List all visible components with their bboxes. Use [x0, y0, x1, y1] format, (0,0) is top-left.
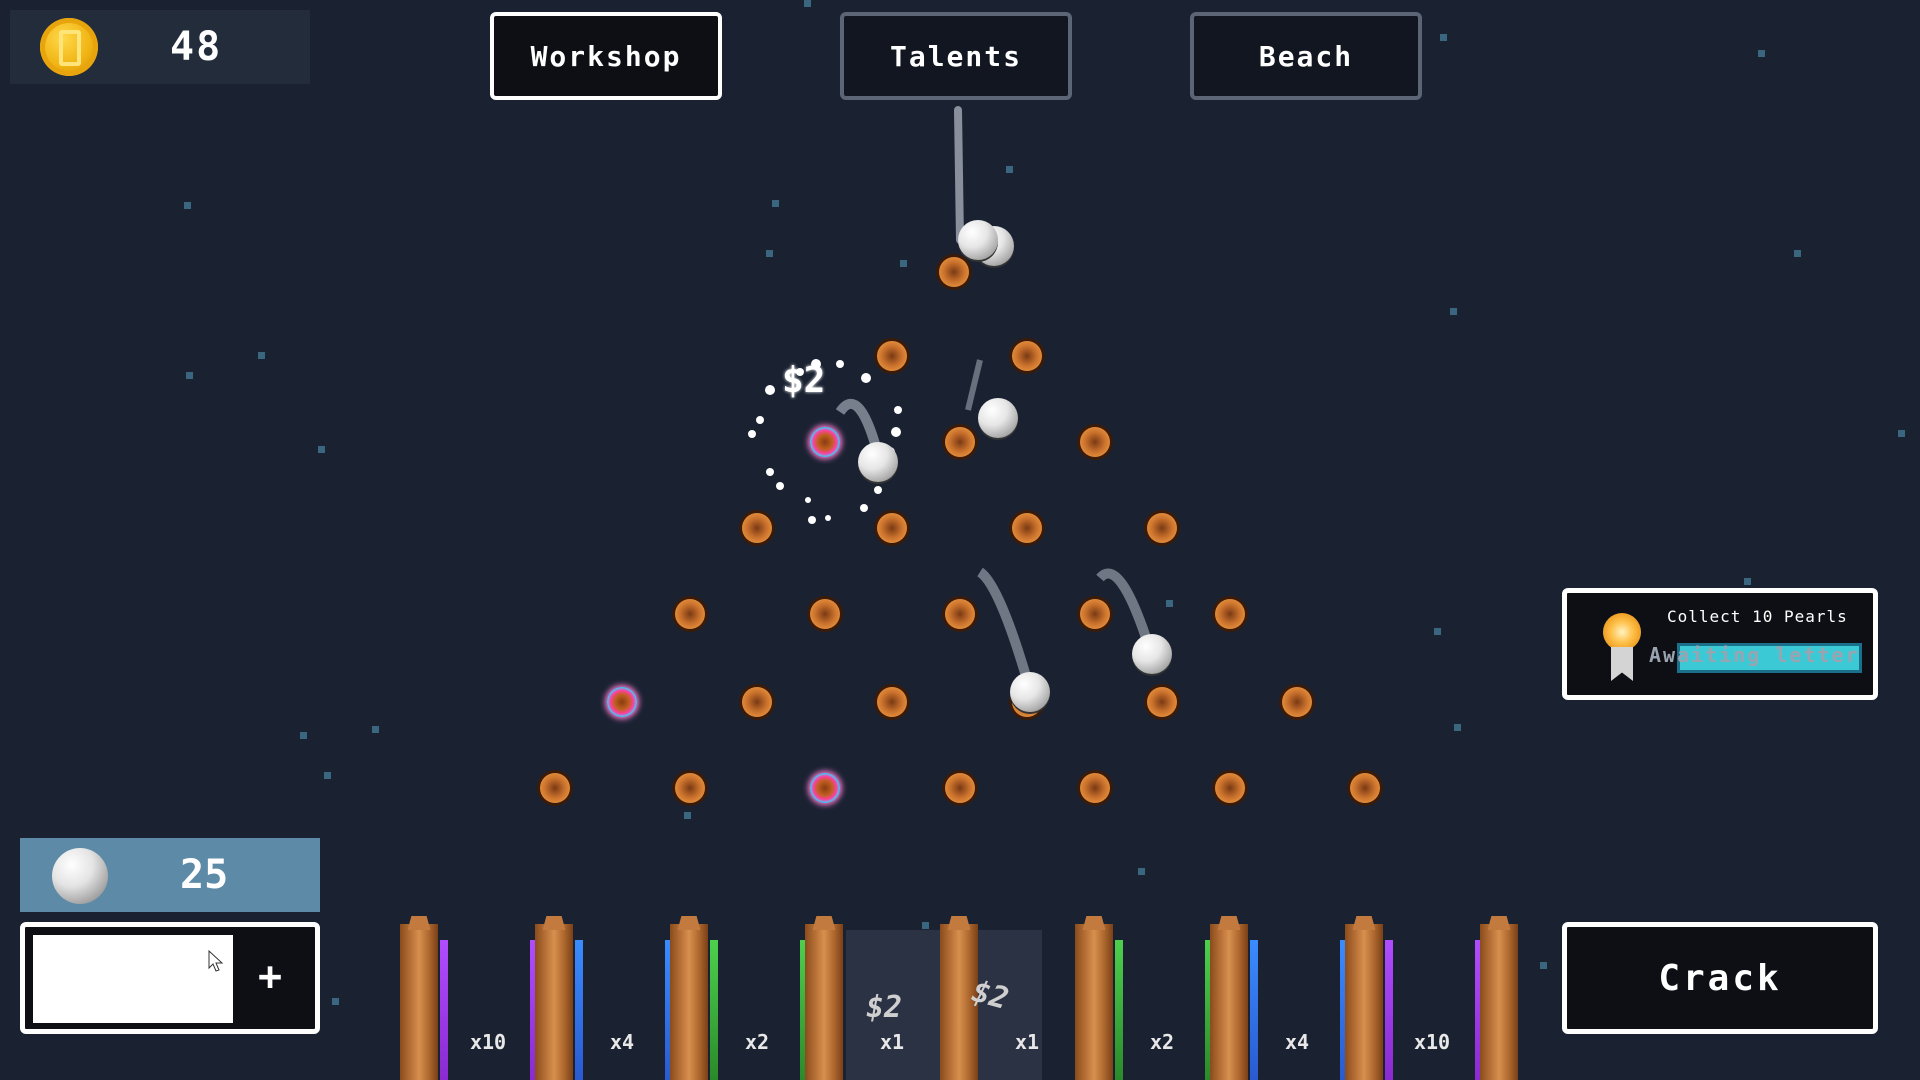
bin-post: [670, 924, 708, 1080]
ball: [958, 220, 998, 260]
peg: [1012, 513, 1042, 543]
ball: [1132, 634, 1172, 674]
peg: [1215, 773, 1245, 803]
bin-post: [535, 924, 573, 1080]
peg: [1080, 773, 1110, 803]
ball: [1010, 672, 1050, 712]
ball-count: 25: [180, 852, 229, 898]
peg: [939, 257, 969, 287]
bin-multiplier: x1: [1014, 1030, 1040, 1054]
bin-multiplier: x1: [879, 1030, 905, 1054]
add-ball-button[interactable]: +: [230, 937, 310, 1017]
bin-post: [1075, 924, 1113, 1080]
peg: [810, 599, 840, 629]
bin-multiplier: x10: [469, 1030, 507, 1054]
peg: [877, 513, 907, 543]
quest-title: Collect 10 Pearls: [1667, 607, 1848, 626]
bin-reward-popup: $2: [866, 990, 903, 1025]
crack-button[interactable]: Crack: [1562, 922, 1878, 1034]
medal-ribbon-icon: [1611, 647, 1633, 681]
quest-panel: Collect 10 Pearls Awaiting letter: [1562, 588, 1878, 700]
peg: [945, 773, 975, 803]
ball: [978, 398, 1018, 438]
ball-icon: [52, 848, 108, 904]
peg: [675, 773, 705, 803]
peg: [1215, 599, 1245, 629]
peg: [945, 427, 975, 457]
peg: [1282, 687, 1312, 717]
peg: [675, 599, 705, 629]
reward-popup: $2: [782, 360, 826, 401]
peg: [1080, 599, 1110, 629]
add-ball-panel: +: [20, 922, 320, 1034]
rainbow-peg: [810, 427, 840, 457]
bin-post: [1210, 924, 1248, 1080]
quest-status: Awaiting letter: [1649, 643, 1860, 667]
peg: [742, 513, 772, 543]
peg: [1012, 341, 1042, 371]
peg: [1147, 513, 1177, 543]
bin-multiplier: x4: [609, 1030, 635, 1054]
peg: [945, 599, 975, 629]
peg: [1350, 773, 1380, 803]
peg: [877, 341, 907, 371]
bin-post: [1345, 924, 1383, 1080]
peg: [742, 687, 772, 717]
peg: [1147, 687, 1177, 717]
bin-multiplier: x2: [744, 1030, 770, 1054]
rainbow-peg: [607, 687, 637, 717]
ball-counter: 25: [20, 838, 320, 912]
peg: [540, 773, 570, 803]
medal-icon: [1603, 613, 1641, 651]
ball-amount-input[interactable]: [33, 935, 233, 1023]
cursor-icon: [208, 950, 224, 972]
bin-multiplier: x10: [1413, 1030, 1451, 1054]
bin-post: [1480, 924, 1518, 1080]
rainbow-peg: [810, 773, 840, 803]
peg: [877, 687, 907, 717]
peg: [1080, 427, 1110, 457]
bin-multiplier: x4: [1284, 1030, 1310, 1054]
bin-post: [400, 924, 438, 1080]
bin-post: [805, 924, 843, 1080]
ball: [858, 442, 898, 482]
bin-multiplier: x2: [1149, 1030, 1175, 1054]
